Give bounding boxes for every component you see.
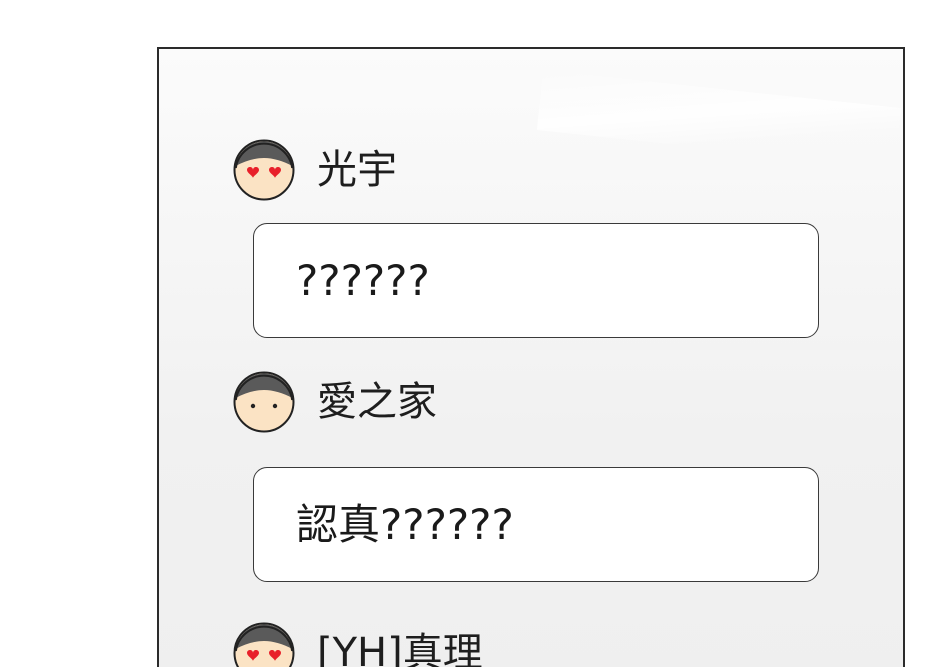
chat-panel: 光宇 ?????? 愛之家 認真?????? [YH]真理 bbox=[157, 47, 905, 667]
message-header: 光宇 bbox=[233, 136, 397, 204]
message-bubble: ?????? bbox=[253, 223, 819, 338]
message-text: 認真?????? bbox=[296, 499, 514, 549]
message-text: ?????? bbox=[296, 255, 430, 305]
heart-eyes-avatar-icon bbox=[233, 622, 295, 667]
message-header: [YH]真理 bbox=[233, 619, 483, 667]
heart-eyes-avatar-icon bbox=[233, 139, 295, 201]
dot-eyes-avatar-icon bbox=[233, 371, 295, 433]
message-bubble: 認真?????? bbox=[253, 467, 819, 582]
username: 愛之家 bbox=[317, 379, 437, 425]
light-streak bbox=[536, 70, 902, 168]
message-header: 愛之家 bbox=[233, 368, 437, 436]
username: 光宇 bbox=[317, 147, 397, 193]
chat-screen: 光宇 ?????? 愛之家 認真?????? [YH]真理 bbox=[0, 0, 932, 667]
username: [YH]真理 bbox=[317, 630, 483, 667]
